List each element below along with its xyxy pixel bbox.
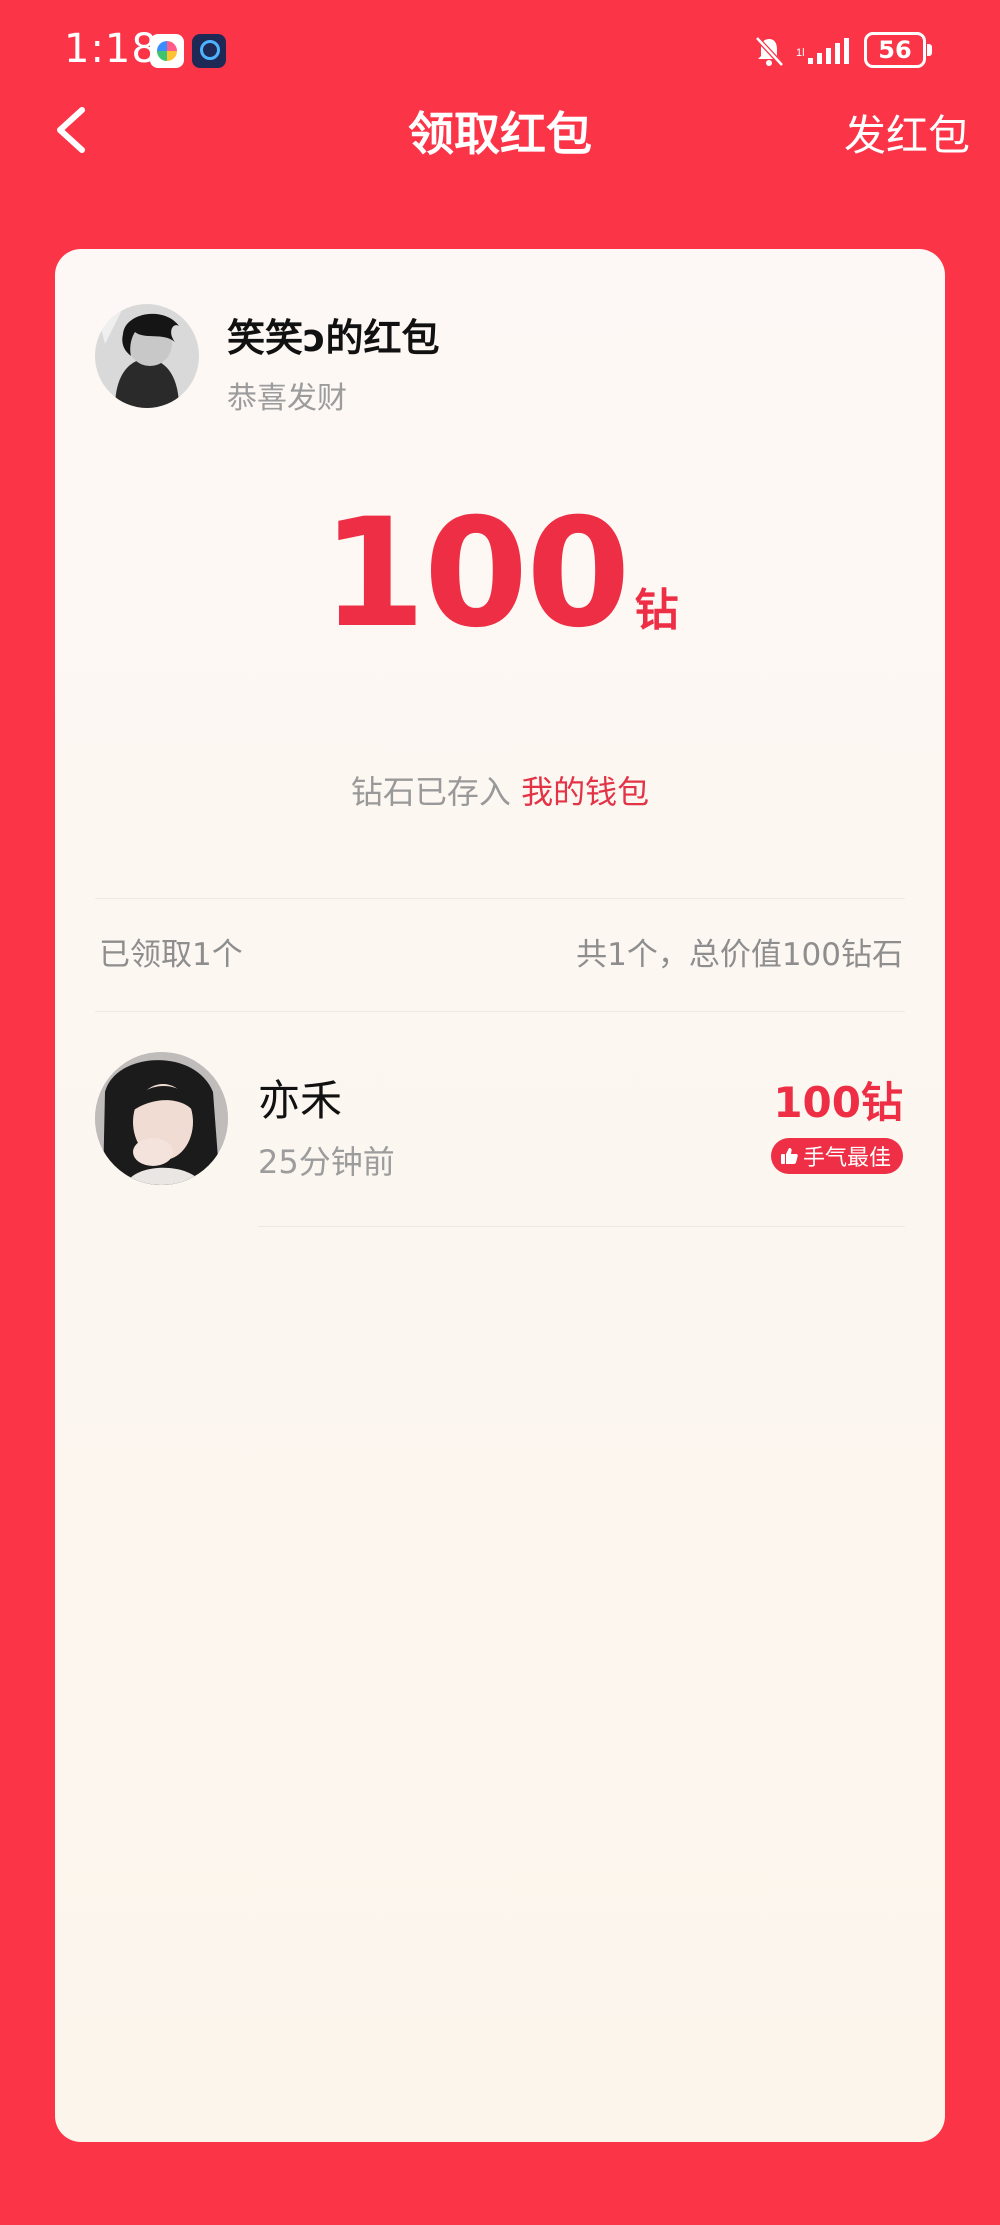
receiver-avatar[interactable] (95, 1052, 228, 1185)
battery-level: 56 (878, 36, 912, 64)
gallery-app-icon (150, 34, 184, 68)
amount-display: 100 钻 (55, 499, 945, 649)
divider (95, 898, 905, 899)
total-summary: 共1个，总价值100钻石 (576, 937, 903, 973)
browser-app-icon (192, 34, 226, 68)
best-luck-badge: 手气最佳 (770, 1138, 903, 1174)
best-luck-label: 手气最佳 (802, 1146, 891, 1171)
sender-wish: 恭喜发财 (227, 381, 347, 416)
wallet-note-text: 钻石已存入 (350, 773, 511, 811)
red-packet-card: 笑笑ɔ的红包 恭喜发财 100 钻 钻石已存入 我的钱包 已领取1个 共1个，总价… (55, 249, 945, 2142)
svg-text:1l: 1l (796, 47, 805, 59)
divider (258, 1226, 905, 1227)
bell-off-icon (755, 36, 784, 67)
receiver-amount: 100钻 (773, 1078, 903, 1127)
sender-name: 笑笑ɔ的红包 (227, 316, 440, 360)
amount-unit: 钻 (634, 585, 679, 636)
wallet-note: 钻石已存入 我的钱包 (55, 767, 945, 813)
amount-value: 100 (321, 487, 630, 661)
list-item[interactable]: 亦禾 25分钟前 100钻 手气最佳 (55, 1049, 945, 1249)
status-time: 1:18 (64, 26, 158, 72)
receiver-time: 25分钟前 (258, 1143, 395, 1181)
signal-icon: 1l (796, 38, 849, 64)
thumbs-up-icon (780, 1148, 798, 1164)
my-wallet-link[interactable]: 我的钱包 (521, 773, 649, 811)
receiver-name: 亦禾 (258, 1076, 343, 1125)
received-count: 已领取1个 (99, 937, 243, 973)
battery-indicator: 56 (864, 32, 932, 68)
divider (95, 1011, 905, 1012)
sender-avatar[interactable] (95, 304, 199, 408)
status-bar: 1:18 1l 56 (0, 0, 1000, 100)
send-red-packet-button[interactable]: 发红包 (844, 102, 970, 163)
